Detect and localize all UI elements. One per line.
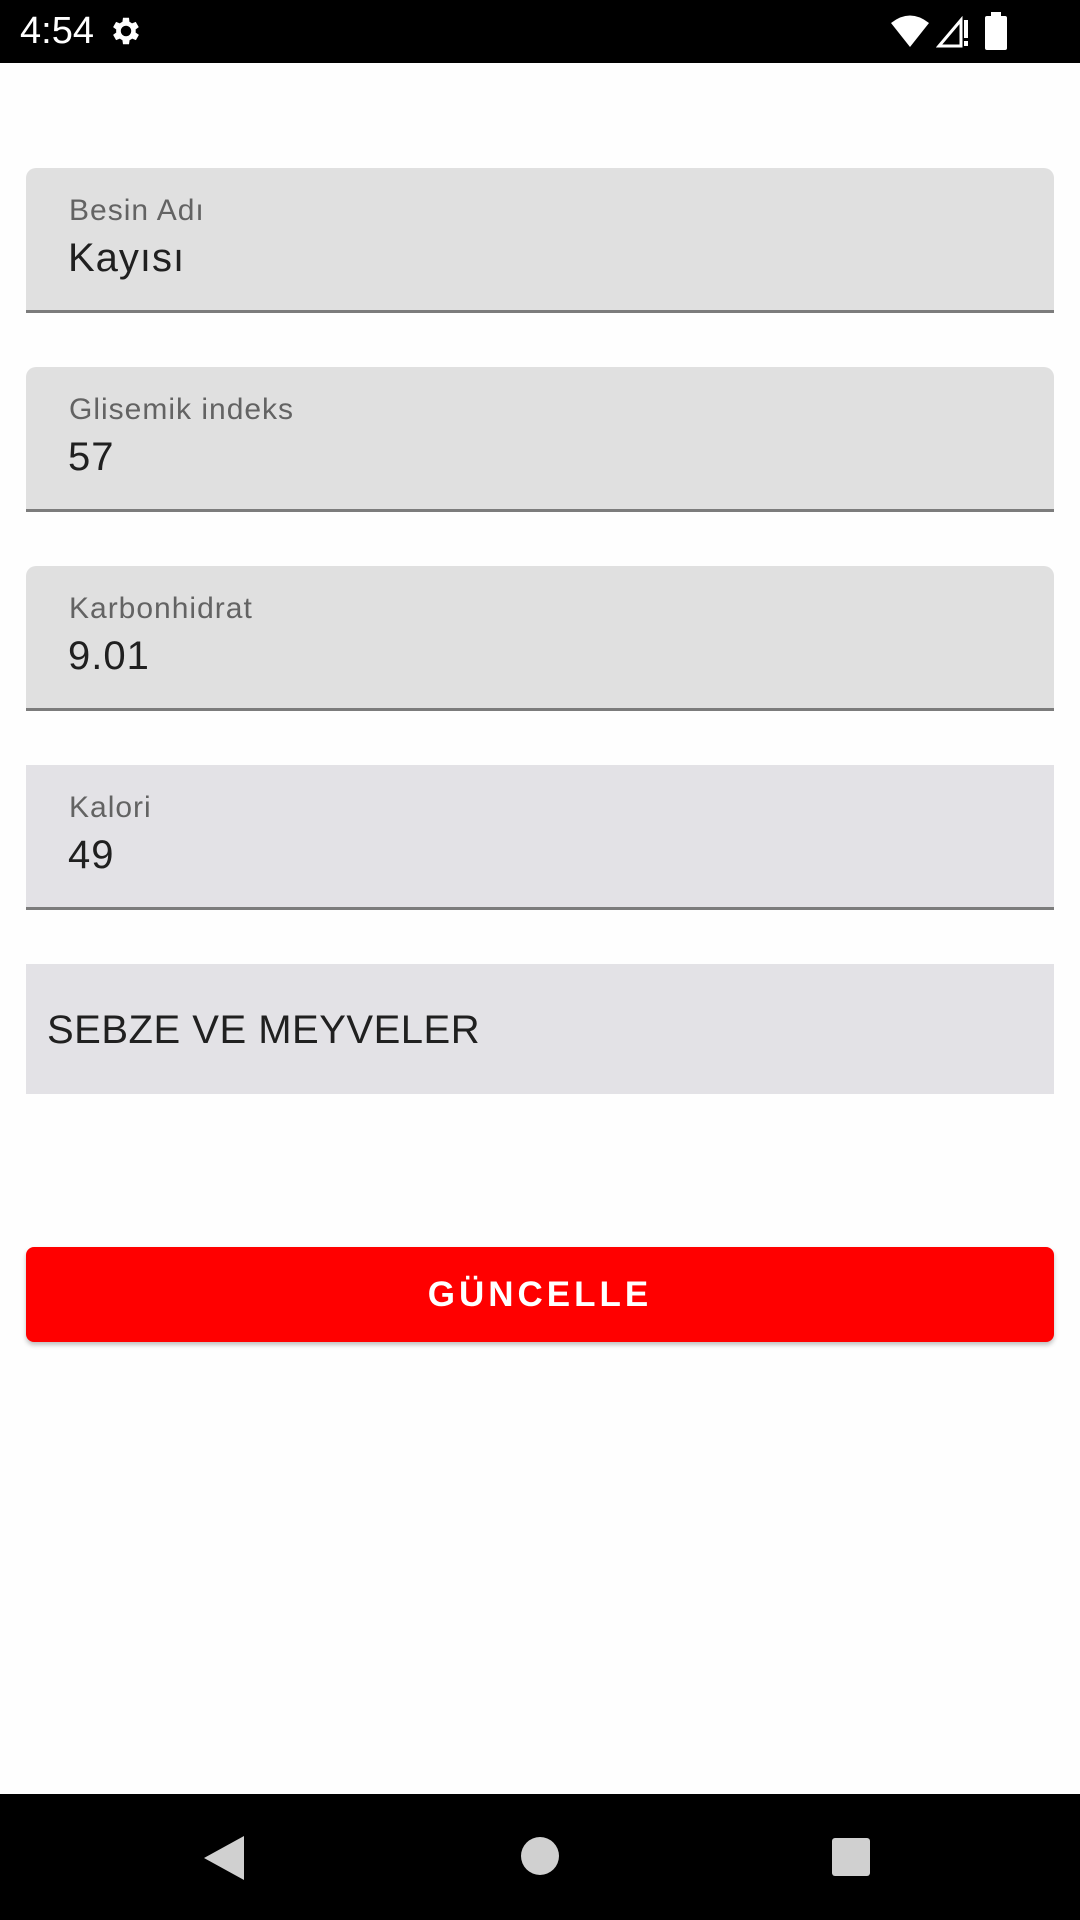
navigation-bar xyxy=(0,1794,1080,1920)
update-button[interactable]: GÜNCELLE xyxy=(26,1247,1054,1342)
food-name-field[interactable]: Besin Adı Kayısı xyxy=(26,168,1054,313)
recents-icon[interactable] xyxy=(830,1836,872,1878)
food-name-label: Besin Adı xyxy=(69,194,205,227)
status-time: 4:54 xyxy=(20,10,94,52)
glycemic-index-label: Glisemik indeks xyxy=(69,393,295,426)
carbohydrate-field[interactable]: Karbonhidrat 9.01 xyxy=(26,566,1054,711)
wifi-icon xyxy=(891,15,929,47)
category-dropdown[interactable]: SEBZE VE MEYVELER xyxy=(26,964,1054,1094)
food-name-value[interactable]: Kayısı xyxy=(68,236,185,281)
gear-icon xyxy=(113,17,139,45)
calorie-field[interactable]: Kalori 49 xyxy=(26,765,1054,910)
calorie-value[interactable]: 49 xyxy=(68,833,115,878)
status-bar: 4:54 xyxy=(0,0,1080,63)
home-icon[interactable] xyxy=(518,1834,562,1878)
category-selected-value: SEBZE VE MEYVELER xyxy=(47,1008,481,1052)
battery-icon xyxy=(985,12,1007,50)
glycemic-index-field[interactable]: Glisemik indeks 57 xyxy=(26,367,1054,512)
back-icon[interactable] xyxy=(202,1834,246,1882)
carbohydrate-value[interactable]: 9.01 xyxy=(68,634,150,679)
signal-icon xyxy=(936,15,968,48)
carbohydrate-label: Karbonhidrat xyxy=(69,592,253,625)
glycemic-index-value[interactable]: 57 xyxy=(68,435,115,480)
calorie-label: Kalori xyxy=(69,791,152,824)
